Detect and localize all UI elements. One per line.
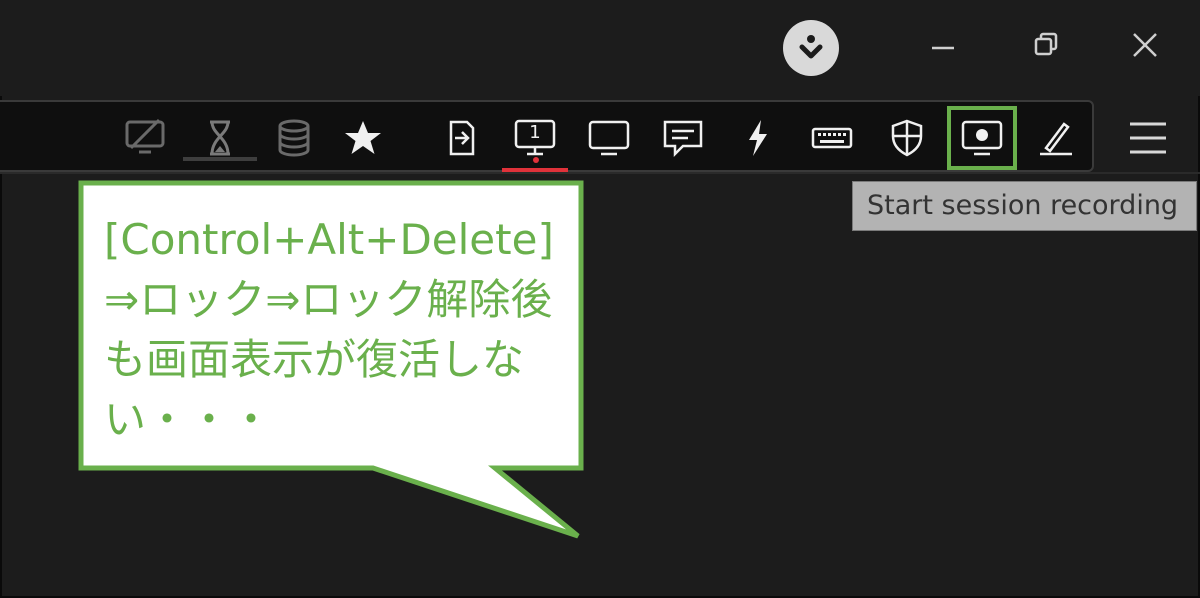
callout-text: [Control+Alt+Delete]⇒ロック⇒ロック解除後も画面表示が復活し… [104, 215, 554, 444]
